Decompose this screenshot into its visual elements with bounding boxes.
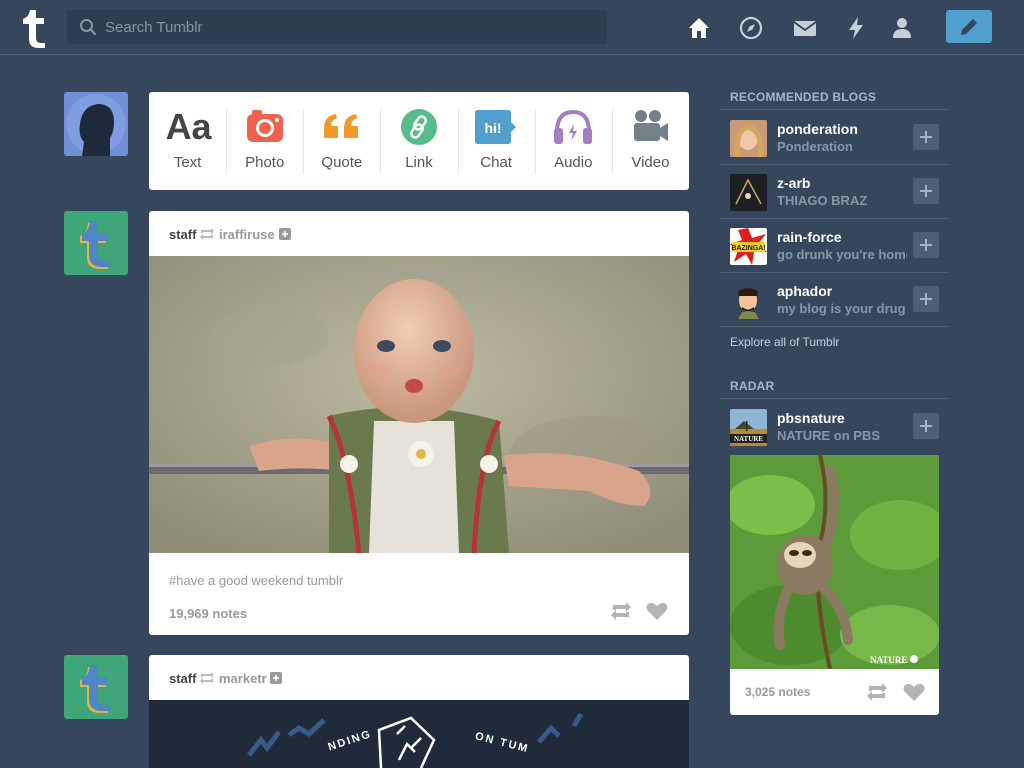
inbox-icon[interactable]	[792, 15, 818, 41]
activity-icon[interactable]	[843, 15, 869, 41]
reblog-icon[interactable]	[866, 682, 888, 702]
post-type-audio[interactable]: Audio	[534, 92, 612, 190]
blog-name[interactable]: z-arb	[777, 175, 810, 191]
blog-title: my blog is your drug	[777, 301, 906, 316]
pencil-icon	[961, 19, 977, 35]
like-heart-icon[interactable]	[646, 601, 668, 621]
search-box[interactable]	[67, 10, 607, 44]
post-type-label: Photo	[245, 154, 285, 171]
blog-avatar[interactable]: NATURE	[730, 409, 767, 446]
blog-avatar[interactable]	[730, 174, 767, 211]
home-icon[interactable]	[686, 15, 712, 41]
like-heart-icon[interactable]	[903, 682, 925, 702]
nature-avatar-text: NATURE	[734, 435, 763, 443]
blog-name[interactable]: ponderation	[777, 121, 858, 137]
sloth-photo-image: NATURE	[730, 455, 939, 670]
divider	[720, 326, 949, 327]
blog-avatar[interactable]: BAZINGA!	[730, 228, 767, 265]
follow-blog-button[interactable]	[913, 232, 939, 258]
radar-blog-item[interactable]: NATURE pbsnature NATURE on PBS	[720, 399, 949, 453]
post-type-label: Chat	[480, 154, 512, 171]
follow-blog-button[interactable]	[913, 124, 939, 150]
search-input[interactable]	[105, 10, 595, 44]
tumblr-logo-icon	[23, 10, 45, 48]
recommended-blog-item[interactable]: BAZINGA! rain-force go drunk you're home	[720, 218, 949, 272]
chat-icon: hi!	[475, 110, 517, 144]
camera-icon	[246, 110, 283, 142]
follow-plus-icon[interactable]	[279, 228, 291, 240]
tumblr-t-icon	[80, 221, 110, 269]
radar-title: RADAR	[730, 379, 775, 393]
reblog-small-icon	[200, 228, 214, 240]
post-header: staff iraffiruse	[149, 211, 689, 256]
post-card: staff iraffiruse #have a good weekend tu…	[149, 211, 689, 635]
explore-all-link[interactable]: Explore all of Tumblr	[730, 335, 839, 349]
compose-button[interactable]	[946, 10, 992, 43]
staff-avatar[interactable]	[64, 655, 128, 719]
recommended-blogs-title: RECOMMENDED BLOGS	[730, 90, 877, 104]
post-photo[interactable]: NDING ON TUM	[149, 700, 689, 768]
follow-blog-button[interactable]	[913, 413, 939, 439]
post-author-link[interactable]: staff	[169, 227, 196, 242]
blog-avatar[interactable]	[730, 282, 767, 319]
post-header: staff marketr	[149, 655, 689, 700]
reblog-small-icon	[200, 672, 214, 684]
doll-photo-image	[149, 256, 689, 553]
follow-blog-button[interactable]	[913, 286, 939, 312]
tumblr-t-icon	[80, 665, 110, 713]
top-navigation-bar	[0, 0, 1024, 55]
text-icon: Aa	[165, 106, 212, 147]
nature-watermark-text: NATURE	[870, 655, 907, 665]
post-type-chat[interactable]: hi! Chat	[457, 92, 535, 190]
blog-avatar[interactable]	[730, 120, 767, 157]
post-notes-count[interactable]: 19,969 notes	[169, 606, 247, 621]
reblog-source-link[interactable]: iraffiruse	[219, 227, 275, 242]
user-avatar[interactable]	[64, 92, 128, 156]
post-card: staff marketr NDING ON TUM	[149, 655, 689, 768]
blog-name[interactable]: aphador	[777, 283, 832, 299]
post-type-label: Audio	[554, 154, 593, 171]
follow-plus-icon[interactable]	[270, 672, 282, 684]
post-type-text[interactable]: Aa Text	[149, 92, 226, 190]
post-type-bar: Aa Text Photo Quote Link hi! Chat Audio …	[149, 92, 689, 190]
post-type-label: Quote	[321, 154, 363, 171]
trending-graphic-image: NDING ON TUM	[149, 700, 689, 768]
link-icon	[400, 109, 437, 145]
explore-icon[interactable]	[738, 15, 764, 41]
post-type-label: Text	[173, 154, 202, 171]
post-type-link[interactable]: Link	[380, 92, 457, 190]
follow-blog-button[interactable]	[913, 178, 939, 204]
svg-text:hi!: hi!	[485, 120, 502, 136]
blog-title: THIAGO BRAZ	[777, 193, 868, 208]
post-type-label: Link	[405, 154, 433, 171]
blog-title: NATURE on PBS	[777, 428, 881, 443]
video-camera-icon	[634, 110, 669, 141]
recommended-blog-item[interactable]: z-arb THIAGO BRAZ	[720, 164, 949, 218]
recommended-blog-item[interactable]: ponderation Ponderation	[720, 110, 949, 164]
reblog-icon[interactable]	[610, 601, 632, 621]
radar-notes-count[interactable]: 3,025 notes	[745, 685, 810, 699]
bazinga-avatar-text: BAZINGA!	[731, 245, 765, 252]
post-tags[interactable]: #have a good weekend tumblr	[169, 573, 343, 588]
user-silhouette-icon	[66, 94, 126, 156]
post-author-link[interactable]: staff	[169, 671, 196, 686]
post-type-label: Video	[631, 154, 670, 171]
blog-name[interactable]: rain-force	[777, 229, 842, 245]
blog-title: Ponderation	[777, 139, 853, 154]
post-type-video[interactable]: Video	[611, 92, 689, 190]
headphones-icon	[554, 109, 593, 144]
search-icon	[80, 19, 97, 36]
blog-name[interactable]: pbsnature	[777, 410, 845, 426]
quote-icon	[323, 114, 358, 138]
radar-post-card[interactable]: NATURE 3,025 notes	[730, 455, 939, 715]
recommended-blog-item[interactable]: aphador my blog is your drug	[720, 272, 949, 326]
post-type-photo[interactable]: Photo	[226, 92, 303, 190]
account-icon[interactable]	[889, 15, 915, 41]
post-type-quote[interactable]: Quote	[303, 92, 380, 190]
blog-title: go drunk you're home	[777, 247, 907, 262]
staff-avatar[interactable]	[64, 211, 128, 275]
tumblr-logo[interactable]	[18, 8, 50, 48]
reblog-source-link[interactable]: marketr	[219, 671, 267, 686]
post-photo[interactable]	[149, 256, 689, 553]
